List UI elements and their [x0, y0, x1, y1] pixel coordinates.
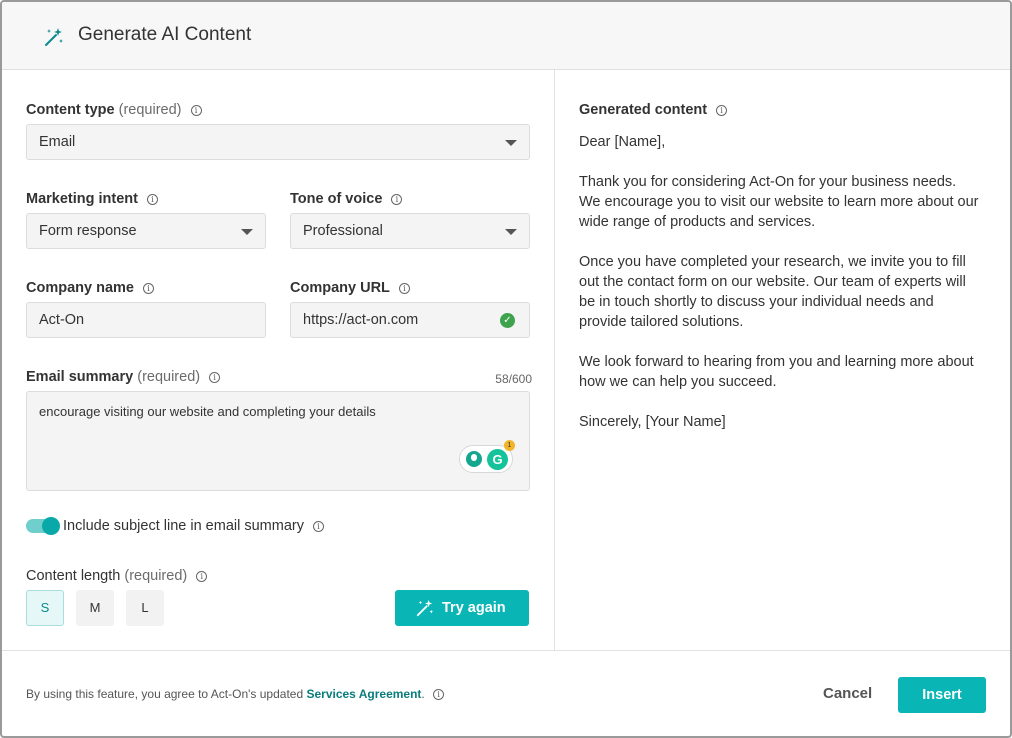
info-icon[interactable]: i: [313, 521, 324, 532]
company-name-value: Act-On: [39, 312, 85, 328]
company-name-label: Company name i: [26, 280, 155, 296]
info-icon[interactable]: i: [398, 283, 410, 294]
chevron-down-icon: [505, 229, 517, 235]
content-type-label: Content type (required) i: [26, 102, 202, 118]
marketing-intent-label-text: Marketing intent: [26, 191, 138, 207]
tone-of-voice-value: Professional: [303, 223, 383, 239]
legal-suffix: .: [421, 687, 425, 701]
content-length-required: (required): [124, 568, 188, 584]
content-length-label: Content length (required) i: [26, 568, 208, 584]
generated-content-text[interactable]: Dear [Name], Thank you for considering A…: [579, 132, 979, 452]
modal-header: Generate AI Content: [2, 2, 1010, 70]
email-summary-label: Email summary (required) i: [26, 369, 221, 385]
content-type-value: Email: [39, 134, 76, 150]
generated-paragraph: We look forward to hearing from you and …: [579, 354, 974, 390]
toggle-knob: [42, 517, 60, 535]
info-icon[interactable]: i: [196, 571, 208, 582]
info-icon[interactable]: i: [716, 105, 728, 116]
company-url-input[interactable]: https://act-on.com ✓: [290, 302, 530, 338]
chevron-down-icon: [505, 140, 517, 146]
generated-content-panel: Generated content i Dear [Name], Thank y…: [554, 70, 1010, 650]
marketing-intent-value: Form response: [39, 223, 137, 239]
modal-footer: By using this feature, you agree to Act-…: [2, 650, 1010, 736]
form-panel: Content type (required) i Email Marketin…: [2, 70, 554, 650]
content-type-select[interactable]: Email: [26, 124, 530, 160]
insert-button[interactable]: Insert: [898, 677, 986, 713]
info-icon[interactable]: i: [433, 689, 445, 700]
email-summary-value: encourage visiting our website and compl…: [39, 404, 376, 419]
include-subject-toggle[interactable]: [26, 517, 60, 535]
grammarly-badge: 1: [504, 440, 515, 451]
generated-paragraph: Once you have completed your research, w…: [579, 254, 966, 330]
marketing-intent-select[interactable]: Form response: [26, 213, 266, 249]
info-icon[interactable]: i: [147, 194, 159, 205]
legal-prefix: By using this feature, you agree to Act-…: [26, 687, 304, 701]
generated-content-label-text: Generated content: [579, 102, 708, 118]
tone-of-voice-label-text: Tone of voice: [290, 191, 383, 207]
try-again-button[interactable]: Try again: [395, 590, 529, 626]
generated-content-label: Generated content i: [579, 102, 728, 118]
content-length-label-text: Content length: [26, 568, 121, 584]
email-summary-textarea[interactable]: encourage visiting our website and compl…: [26, 391, 530, 491]
company-name-input[interactable]: Act-On: [26, 302, 266, 338]
content-type-required: (required): [118, 102, 182, 118]
services-agreement-link[interactable]: Services Agreement: [306, 687, 421, 701]
info-icon[interactable]: i: [391, 194, 403, 205]
company-url-value: https://act-on.com: [303, 312, 419, 328]
legal-notice: By using this feature, you agree to Act-…: [26, 687, 445, 701]
company-name-label-text: Company name: [26, 280, 134, 296]
include-subject-label-text: Include subject line in email summary: [63, 518, 304, 534]
generated-paragraph: Sincerely, [Your Name]: [579, 414, 726, 430]
check-circle-icon: ✓: [500, 313, 515, 328]
magic-wand-icon: [416, 599, 434, 617]
tone-of-voice-label: Tone of voice i: [290, 191, 403, 207]
grammarly-icon[interactable]: G: [487, 449, 508, 470]
generate-ai-content-modal: Generate AI Content Content type (requir…: [0, 0, 1012, 738]
marketing-intent-label: Marketing intent i: [26, 191, 159, 207]
include-subject-label: Include subject line in email summary i: [63, 518, 324, 534]
email-summary-label-text: Email summary: [26, 369, 134, 385]
generated-paragraph: Dear [Name],: [579, 134, 666, 150]
magic-wand-icon: [45, 28, 63, 46]
length-medium-button[interactable]: M: [76, 590, 114, 626]
company-url-label: Company URL i: [290, 280, 410, 296]
cancel-button[interactable]: Cancel: [823, 685, 872, 702]
character-counter: 58/600: [495, 372, 532, 386]
generated-paragraph: Thank you for considering Act-On for you…: [579, 174, 979, 230]
grammarly-widget[interactable]: G 1: [459, 440, 515, 473]
lightbulb-icon[interactable]: [466, 451, 482, 467]
try-again-label: Try again: [442, 600, 506, 616]
info-icon[interactable]: i: [190, 105, 202, 116]
length-small-button[interactable]: S: [26, 590, 64, 626]
length-large-button[interactable]: L: [126, 590, 164, 626]
info-icon[interactable]: i: [143, 283, 155, 294]
company-url-label-text: Company URL: [290, 280, 390, 296]
info-icon[interactable]: i: [209, 372, 221, 383]
content-type-label-text: Content type: [26, 102, 115, 118]
tone-of-voice-select[interactable]: Professional: [290, 213, 530, 249]
modal-title: Generate AI Content: [78, 24, 252, 45]
email-summary-required: (required): [137, 369, 201, 385]
chevron-down-icon: [241, 229, 253, 235]
